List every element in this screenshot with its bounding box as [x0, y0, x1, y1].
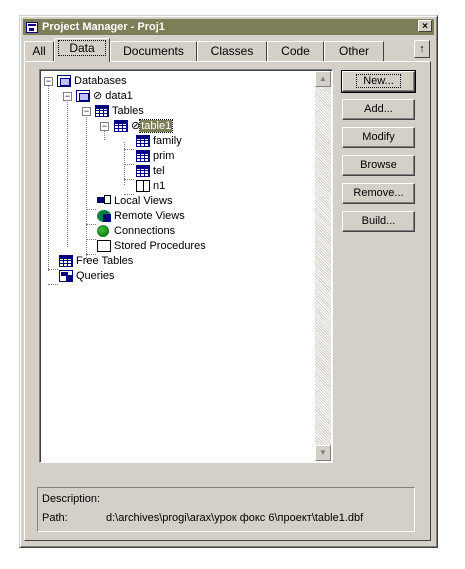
tab-scroll-button[interactable]: ↑ — [414, 40, 430, 58]
project-manager-window: Project Manager - Proj1 × All Data Docum… — [19, 15, 438, 548]
tree-node-databases[interactable]: Databases — [57, 73, 127, 88]
tab-strip: All Data Documents Classes Code Other ↑ — [24, 38, 433, 62]
table-icon — [114, 119, 128, 132]
tab-documents[interactable]: Documents — [110, 41, 197, 61]
tree-node-local-views[interactable]: Local Views — [97, 193, 173, 208]
tables-icon — [95, 104, 109, 117]
tree-node-n1[interactable]: n1 — [136, 178, 165, 193]
new-button-label: New... — [356, 74, 401, 88]
tree-connector — [86, 239, 96, 240]
project-tree[interactable]: − Databases − ⊘ data1 − Tables − ⊘ table… — [39, 69, 333, 463]
tab-classes[interactable]: Classes — [197, 41, 267, 61]
tree-node-connections[interactable]: Connections — [97, 223, 175, 238]
title-bar[interactable]: Project Manager - Proj1 × — [23, 19, 434, 35]
stored-procedures-icon — [97, 239, 111, 252]
local-views-icon — [97, 194, 111, 207]
databases-icon — [57, 74, 71, 87]
close-button[interactable]: × — [418, 20, 432, 32]
tree-label-n1: n1 — [153, 179, 166, 192]
tree-label-tel: tel — [153, 164, 165, 177]
tree-connector — [124, 149, 134, 150]
scroll-down-icon[interactable]: ▼ — [315, 445, 331, 461]
tree-scrollbar[interactable]: ▲ ▼ — [315, 71, 331, 461]
remote-views-icon — [97, 209, 111, 222]
tree-label-local-views: Local Views — [114, 194, 173, 207]
tree-label-table1: table1 — [139, 118, 174, 133]
tab-code[interactable]: Code — [267, 41, 324, 61]
window-title: Project Manager - Proj1 — [42, 21, 165, 33]
tree-node-prim[interactable]: prim — [136, 148, 174, 163]
tree-label-free-tables: Free Tables — [76, 254, 134, 267]
tree-label-connections: Connections — [114, 224, 176, 237]
field-icon — [136, 164, 150, 177]
tree-label-queries: Queries — [76, 269, 115, 282]
project-icon — [26, 21, 38, 33]
tree-connector — [86, 224, 96, 225]
tree-node-tel[interactable]: tel — [136, 163, 165, 178]
tree-connector — [124, 179, 134, 180]
remove-button[interactable]: Remove... — [342, 183, 415, 204]
free-tables-icon — [59, 254, 73, 267]
tree-node-queries[interactable]: Queries — [59, 268, 115, 283]
add-button[interactable]: Add... — [342, 99, 415, 120]
database-icon — [76, 89, 90, 102]
modify-button[interactable]: Modify — [342, 127, 415, 148]
tab-data-label: Data — [58, 40, 106, 56]
tab-data[interactable]: Data — [54, 38, 110, 62]
tree-connector — [48, 82, 49, 271]
tree-connector — [48, 284, 58, 285]
field-icon — [136, 149, 150, 162]
tree-label-data1: ⊘ data1 — [93, 90, 133, 102]
tree-node-family[interactable]: family — [136, 133, 182, 148]
path-value: d:\archives\progi\arax\урок фокс 6\проек… — [106, 512, 364, 524]
tree-node-stored-procedures[interactable]: Stored Procedures — [97, 238, 206, 253]
tree-label-tables: Tables — [112, 104, 144, 117]
collapse-databases-icon[interactable]: − — [44, 77, 53, 86]
tree-label-remote-views: Remote Views — [114, 209, 185, 222]
description-box: Description: Path: d:\archives\progi\ara… — [37, 487, 415, 532]
connections-icon — [97, 224, 109, 237]
tree-label-family: family — [153, 134, 182, 147]
collapse-tables-icon[interactable]: − — [82, 107, 91, 116]
build-button[interactable]: Build... — [342, 211, 415, 232]
tree-label-databases: Databases — [74, 74, 127, 87]
tree-node-data1[interactable]: ⊘ data1 — [76, 88, 133, 103]
tab-all[interactable]: All — [24, 41, 54, 61]
tree-connector — [48, 269, 58, 270]
tree-label-stored-procedures: Stored Procedures — [114, 239, 206, 252]
scroll-up-icon[interactable]: ▲ — [315, 71, 331, 87]
tree-node-tables[interactable]: Tables — [95, 103, 144, 118]
tree-connector — [124, 164, 134, 165]
field-icon — [136, 134, 150, 147]
tree-node-table1[interactable]: ⊘ table1 — [114, 118, 174, 133]
description-label: Description: — [42, 493, 101, 505]
new-button[interactable]: New... — [341, 70, 416, 93]
collapse-data1-icon[interactable]: − — [63, 92, 72, 101]
tree-connector — [67, 97, 68, 247]
queries-icon — [59, 269, 73, 282]
tree-label-table1-prefix: ⊘ — [131, 120, 141, 132]
tree-node-free-tables[interactable]: Free Tables — [59, 253, 133, 268]
tab-other[interactable]: Other — [324, 41, 384, 61]
path-label: Path: — [42, 512, 68, 524]
tree-node-remote-views[interactable]: Remote Views — [97, 208, 185, 223]
tree-label-prim: prim — [153, 149, 175, 162]
browse-button[interactable]: Browse — [342, 155, 415, 176]
index-icon — [136, 179, 150, 192]
collapse-table1-icon[interactable]: − — [100, 122, 109, 131]
tree-connector — [86, 209, 96, 210]
